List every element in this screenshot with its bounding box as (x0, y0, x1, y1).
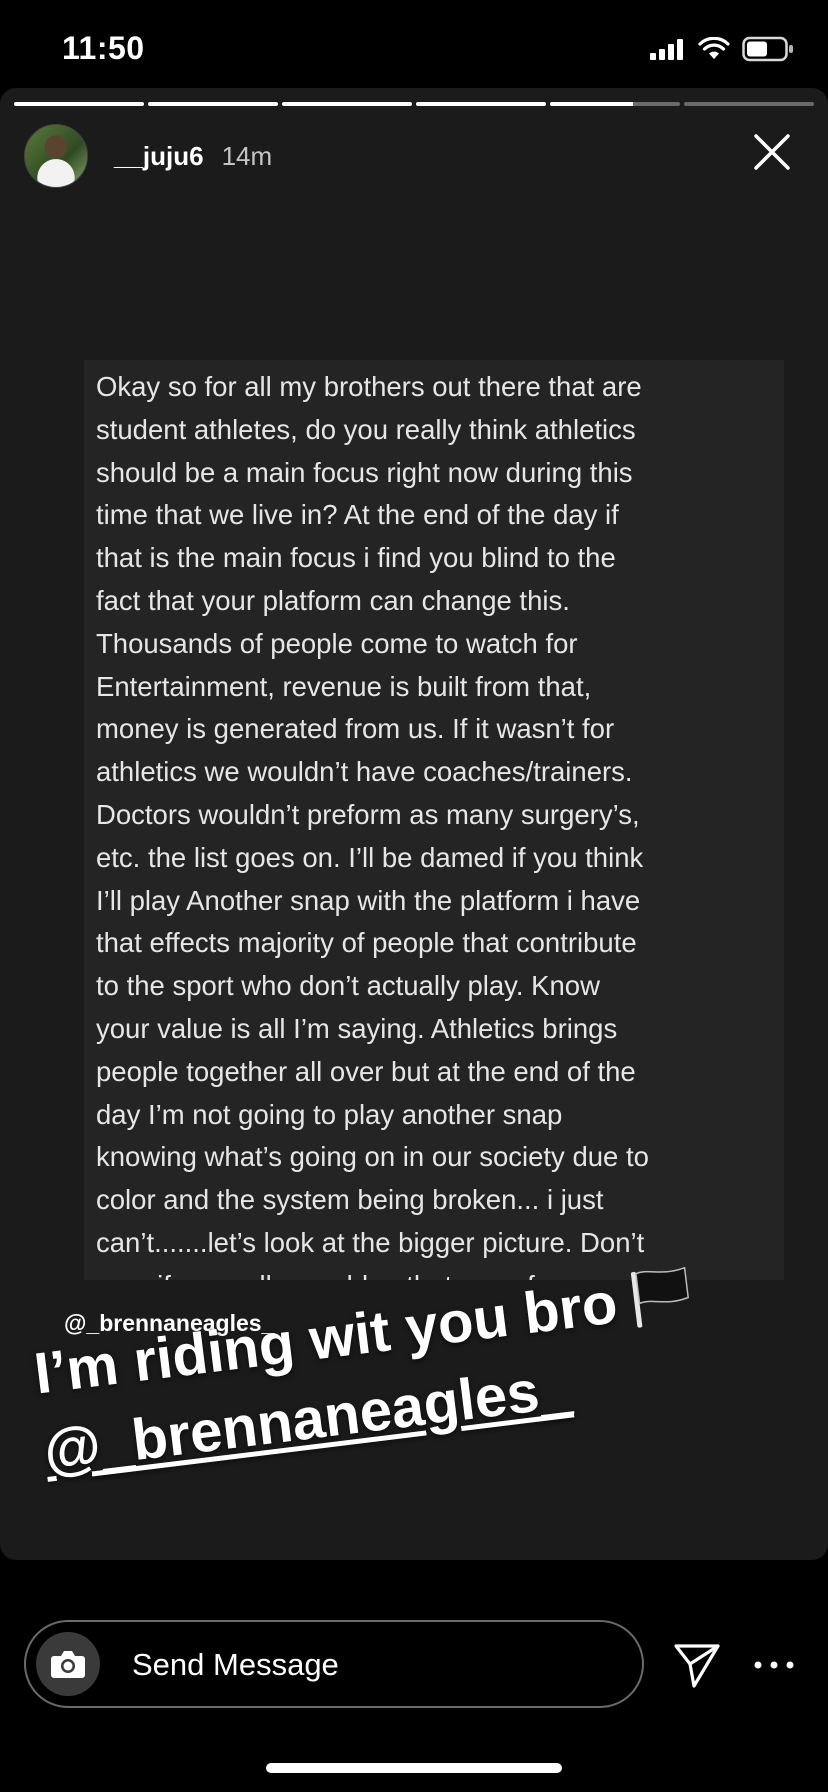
story-progress-bar (14, 102, 814, 106)
close-icon[interactable] (752, 132, 792, 172)
shared-note-screenshot: Okay so for all my brothers out there th… (84, 360, 784, 1280)
note-line: color and the system being broken... i j… (96, 1184, 604, 1216)
progress-fill (550, 102, 634, 106)
note-line: Okay so for all my brothers out there th… (96, 371, 642, 402)
note-line: that effects majority of people that con… (96, 927, 637, 959)
send-message-input[interactable] (130, 1638, 614, 1692)
progress-segment (282, 102, 412, 106)
message-bar (24, 1620, 644, 1708)
note-line: athletics we wouldn’t have coaches/train… (96, 756, 633, 788)
progress-segment (14, 102, 144, 106)
note-line: time that we live in? At the end of the … (96, 499, 619, 531)
note-line: Thousands of people come to watch for (96, 627, 578, 659)
note-text: Okay so for all my brothers out there th… (84, 360, 784, 1280)
black-flag-icon (631, 1266, 690, 1328)
note-line: I’ll play Another snap with the platform… (96, 884, 641, 916)
note-line: etc. the list goes on. I’ll be damed if … (96, 841, 644, 873)
status-bar: 11:50 (0, 0, 828, 90)
note-line: student athletes, do you really think at… (96, 413, 636, 445)
note-line: Entertainment, revenue is built from tha… (96, 670, 592, 702)
progress-fill (282, 102, 412, 106)
note-line: that is the main focus i find you blind … (96, 542, 616, 574)
note-line: fact that your platform can change this. (96, 584, 570, 616)
note-line: should be a main focus right now during … (96, 456, 633, 488)
progress-fill (148, 102, 278, 106)
note-line: Doctors wouldn’t preform as many surgery… (96, 798, 640, 830)
story-viewer[interactable]: __juju6 14m Okay so for all my brothers … (0, 88, 828, 1560)
progress-fill (416, 102, 546, 106)
battery-icon (742, 36, 793, 62)
progress-segment (684, 102, 814, 106)
note-line: knowing what’s going on in our society d… (96, 1141, 649, 1173)
home-indicator[interactable] (266, 1763, 562, 1773)
camera-icon (51, 1651, 85, 1678)
paper-plane-icon[interactable] (672, 1640, 722, 1690)
note-line: people together all over but at the end … (96, 1055, 636, 1087)
post-time: 14m (221, 140, 273, 171)
note-line: money is generated from us. If it wasn’t… (96, 713, 615, 745)
more-icon[interactable] (752, 1652, 796, 1678)
status-time: 11:50 (62, 30, 145, 66)
progress-segment (416, 102, 546, 106)
progress-segment (550, 102, 680, 106)
note-line: day I’m not going to play another snap (96, 1098, 563, 1130)
status-icons (650, 36, 794, 62)
progress-fill (14, 102, 144, 106)
progress-segment (148, 102, 278, 106)
wifi-icon (698, 37, 730, 59)
signal-icon (650, 39, 683, 60)
note-line: your value is all I’m saying. Athletics … (96, 1012, 618, 1044)
story-header: __juju6 14m (24, 124, 272, 188)
username[interactable]: __juju6 (114, 141, 204, 172)
avatar[interactable] (24, 124, 88, 188)
camera-button[interactable] (36, 1632, 100, 1696)
note-line: to the sport who don’t actually play. Kn… (96, 970, 600, 1002)
